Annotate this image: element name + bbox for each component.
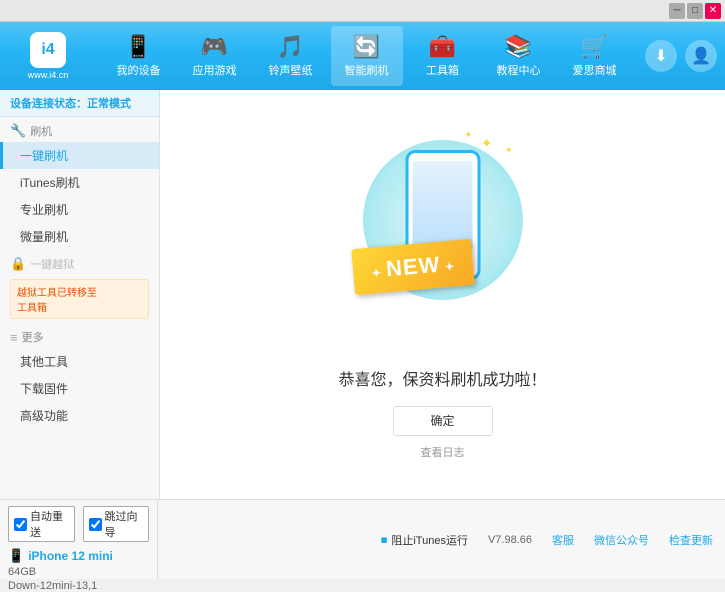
sidebar-item-itunes-flash[interactable]: iTunes刷机 [0, 169, 159, 196]
sidebar-item-advanced[interactable]: 高级功能 [0, 402, 159, 429]
new-badge: NEW [351, 238, 475, 294]
checkbox-row: 自动重送 跳过向导 [8, 506, 149, 542]
apps-games-icon: 🎮 [201, 34, 228, 60]
nav-right-buttons: ⬇ 👤 [645, 40, 717, 72]
auto-restart-input[interactable] [14, 518, 27, 531]
download-button[interactable]: ⬇ [645, 40, 677, 72]
titlebar: ─ □ ✕ [0, 0, 725, 22]
sparkle-1: ✦ [481, 135, 493, 152]
itunes-status-label: 阻止iTunes运行 [391, 532, 468, 548]
sidebar-item-download-firmware[interactable]: 下载固件 [0, 375, 159, 402]
check-update-link[interactable]: 检查更新 [669, 532, 713, 548]
tutorial-icon: 📚 [505, 34, 532, 60]
nav-item-ringtones-label: 铃声壁纸 [269, 62, 313, 78]
toolbox-icon: 🧰 [429, 34, 456, 60]
status-value: 正常模式 [87, 98, 131, 110]
sidebar-item-one-click-flash[interactable]: 一键刷机 [0, 142, 159, 169]
sidebar-item-pro-flash[interactable]: 专业刷机 [0, 196, 159, 223]
jailbreak-section-label: 一键越狱 [30, 256, 74, 272]
lock-icon: 🔒 [10, 256, 26, 272]
ringtones-icon: 🎵 [277, 34, 304, 60]
flash-section-icon: 🔧 [10, 123, 26, 139]
nav-item-smart-flash-label: 智能刷机 [345, 62, 389, 78]
itunes-icon: ⏹ [381, 532, 388, 548]
success-message: 恭喜您，保资料刷机成功啦！ [338, 366, 546, 390]
nav-item-toolbox-label: 工具箱 [426, 62, 459, 78]
nav-item-toolbox[interactable]: 🧰 工具箱 [407, 26, 479, 86]
smart-flash-icon: 🔄 [353, 34, 380, 60]
nav-item-my-device-label: 我的设备 [117, 62, 161, 78]
logo-url: www.i4.cn [28, 70, 69, 80]
phone-screen [413, 161, 473, 251]
sidebar-section-jailbreak: 🔒 一键越狱 [0, 250, 159, 275]
device-firmware: Down-12mini-13,1 [8, 580, 149, 592]
version-label: V7.98.66 [488, 534, 532, 546]
status-right: ⏹ 阻止iTunes运行 V7.98.66 客服 微信公众号 检查更新 [158, 500, 725, 579]
device-icon: 📱 [8, 548, 24, 564]
nav-item-smart-flash[interactable]: 🔄 智能刷机 [331, 26, 403, 86]
log-link[interactable]: 查看日志 [421, 444, 465, 460]
nav-item-store[interactable]: 🛒 爱思商城 [559, 26, 631, 86]
close-button[interactable]: ✕ [705, 3, 721, 19]
top-navigation: i4 www.i4.cn 📱 我的设备 🎮 应用游戏 🎵 铃声壁纸 🔄 智能刷机… [0, 22, 725, 90]
sparkle-2: ✦ [505, 145, 513, 156]
itunes-status: ⏹ 阻止iTunes运行 [381, 532, 468, 548]
my-device-icon: 📱 [125, 34, 152, 60]
confirm-button[interactable]: 确定 [393, 406, 493, 436]
nav-items: 📱 我的设备 🎮 应用游戏 🎵 铃声壁纸 🔄 智能刷机 🧰 工具箱 📚 教程中心… [88, 26, 645, 86]
auto-restart-checkbox[interactable]: 自动重送 [8, 506, 75, 542]
wechat-public-link[interactable]: 微信公众号 [594, 532, 649, 548]
device-name: iPhone 12 mini [28, 549, 113, 563]
skip-wizard-checkbox[interactable]: 跳过向导 [83, 506, 150, 542]
maximize-button[interactable]: □ [687, 3, 703, 19]
more-section-icon: ≡ [10, 330, 18, 345]
nav-item-tutorial-label: 教程中心 [497, 62, 541, 78]
status-label: 设备连接状态： [10, 98, 87, 110]
device-info-panel: 自动重送 跳过向导 📱 iPhone 12 mini 64GB Down-12m… [0, 500, 158, 579]
skip-wizard-input[interactable] [89, 518, 102, 531]
nav-item-ringtones[interactable]: 🎵 铃声壁纸 [255, 26, 327, 86]
user-button[interactable]: 👤 [685, 40, 717, 72]
nav-item-apps-games[interactable]: 🎮 应用游戏 [179, 26, 251, 86]
nav-item-store-label: 爱思商城 [573, 62, 617, 78]
nav-item-apps-games-label: 应用游戏 [193, 62, 237, 78]
sidebar-item-other-tools[interactable]: 其他工具 [0, 348, 159, 375]
status-bar: 设备连接状态：正常模式 [0, 90, 159, 117]
main-area: 设备连接状态：正常模式 🔧 刷机 一键刷机 iTunes刷机 专业刷机 微量刷机… [0, 90, 725, 499]
minimize-button[interactable]: ─ [669, 3, 685, 19]
device-storage: 64GB [8, 566, 149, 578]
bottom-row: 自动重送 跳过向导 📱 iPhone 12 mini 64GB Down-12m… [0, 499, 725, 579]
sidebar-item-micro-flash[interactable]: 微量刷机 [0, 223, 159, 250]
more-section-label: 更多 [22, 329, 44, 345]
sidebar-section-flash: 🔧 刷机 [0, 117, 159, 142]
skip-wizard-label: 跳过向导 [105, 508, 144, 540]
sidebar-section-more: ≡ 更多 [0, 323, 159, 348]
content-area: ✦ ✦ ✦ NEW 恭喜您，保资料刷机成功啦！ 确定 查看日志 [160, 90, 725, 499]
nav-item-my-device[interactable]: 📱 我的设备 [103, 26, 175, 86]
phone-illustration: ✦ ✦ ✦ NEW [343, 130, 543, 350]
sparkle-3: ✦ [464, 130, 472, 141]
logo: i4 www.i4.cn [8, 32, 88, 80]
flash-section-label: 刷机 [30, 123, 52, 139]
logo-icon: i4 [30, 32, 66, 68]
auto-restart-label: 自动重送 [30, 508, 69, 540]
sidebar: 设备连接状态：正常模式 🔧 刷机 一键刷机 iTunes刷机 专业刷机 微量刷机… [0, 90, 160, 499]
jailbreak-alert: 越狱工具已转移至 工具箱 [10, 279, 149, 319]
customer-service-link[interactable]: 客服 [552, 532, 574, 548]
store-icon: 🛒 [581, 34, 608, 60]
nav-item-tutorial[interactable]: 📚 教程中心 [483, 26, 555, 86]
